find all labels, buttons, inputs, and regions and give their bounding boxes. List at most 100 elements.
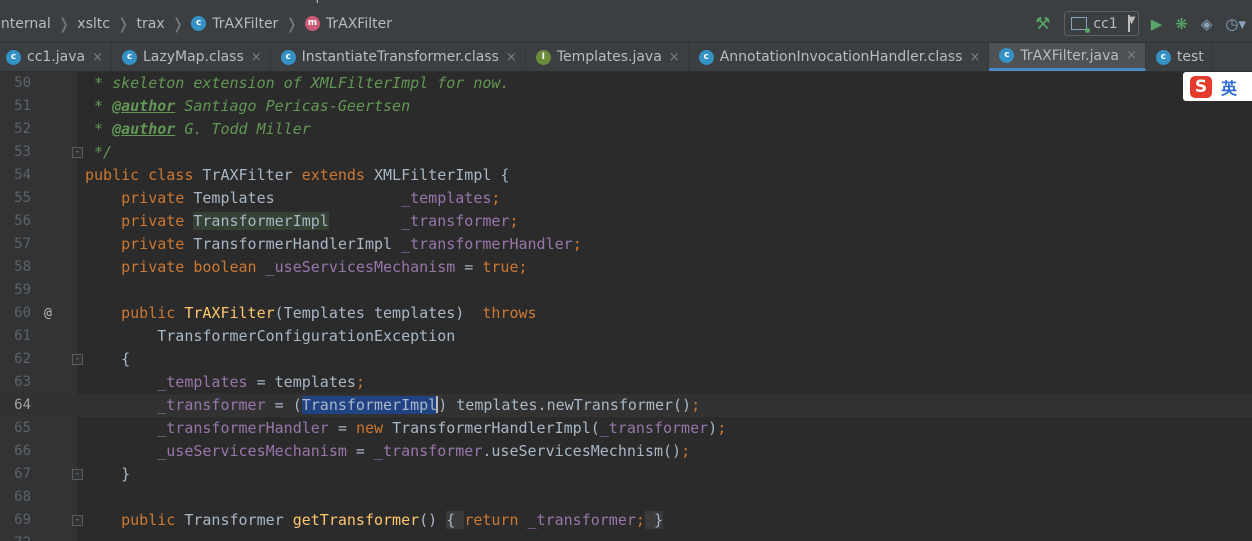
code-token: ) (708, 419, 718, 437)
line-number: 56 (14, 213, 31, 229)
code-token: private boolean (121, 258, 266, 276)
code-line[interactable]: 65 _transformerHandler = new Transformer… (0, 417, 1252, 440)
code-token: * skeleton extension of XMLFilterImpl fo… (85, 74, 510, 92)
override-annotation-icon[interactable]: @ (44, 302, 52, 325)
close-icon[interactable]: × (506, 50, 517, 65)
code-token: _transformer (374, 442, 483, 460)
code-token: = (455, 258, 483, 276)
code-token: = (346, 442, 374, 460)
code-text: */ (85, 141, 112, 164)
code-token: * (85, 120, 113, 138)
tab-label: InstantiateTransformer.class (301, 49, 499, 65)
line-number: 61 (14, 328, 31, 344)
run-configuration-select[interactable]: cc1 ▼ (1064, 11, 1139, 36)
code-token: .useServicesMechnism() (482, 442, 682, 460)
close-icon[interactable]: × (969, 50, 980, 65)
ime-indicator[interactable]: S 英 (1183, 72, 1252, 101)
breadcrumb: internal ❭ xsltc ❭ trax ❭ c TrAXFilter ❭ m TrAXFil… (0, 15, 392, 33)
menu-item[interactable]: Run (104, 0, 129, 4)
breadcrumb-item[interactable]: trax ❭ (137, 15, 192, 33)
tab-label: AnnotationInvocationHandler.class (719, 49, 963, 65)
menu-item[interactable]: Help (294, 0, 324, 4)
code-line[interactable]: 51 * @author Santiago Pericas-Geertsen (0, 95, 1252, 118)
code-token: _transformer (599, 419, 709, 437)
code-line[interactable]: 57 private TransformerHandlerImpl _trans… (0, 233, 1252, 256)
breadcrumb-item[interactable]: xsltc ❭ (77, 15, 136, 33)
code-token: ) templates.newTransformer() (438, 396, 692, 414)
line-number: 62 (14, 351, 31, 367)
breadcrumb-item[interactable]: c TrAXFilter ❭ (191, 15, 305, 33)
line-number: 57 (14, 236, 31, 252)
code-token: _useServicesMechanism (157, 442, 347, 460)
menu-item[interactable]: efactor (0, 0, 43, 4)
code-line[interactable]: 59 (0, 279, 1252, 302)
code-token: extends (301, 166, 374, 184)
editor-tab[interactable]: I Templates.java × (526, 43, 689, 71)
code-token: = ( (265, 396, 302, 414)
code-line[interactable]: 55 private Templates _templates; (0, 187, 1252, 210)
run-icon[interactable]: ▶ (1151, 15, 1163, 33)
coverage-icon[interactable]: ◈ (1201, 15, 1213, 33)
code-text: _transformer = (TransformerImpl) templat… (85, 394, 700, 417)
code-line[interactable]: 67 - } (0, 463, 1252, 486)
code-token: new (355, 419, 393, 437)
line-number: 65 (14, 420, 31, 436)
close-icon[interactable]: × (669, 50, 680, 65)
code-token: TrAXFilter (202, 166, 302, 184)
code-line[interactable]: 64 _transformer = (TransformerImpl) temp… (0, 394, 1252, 417)
code-line[interactable]: 56 private TransformerImpl _transformer; (0, 210, 1252, 233)
code-line[interactable]: 72 (0, 532, 1252, 541)
profile-icon[interactable]: ◷▾ (1225, 15, 1246, 33)
code-text: public class TrAXFilter extends XMLFilte… (85, 164, 509, 187)
code-line[interactable]: 69 - public Transformer getTransformer() … (0, 509, 1252, 532)
code-token: */ (85, 143, 113, 161)
editor-tab[interactable]: c InstantiateTransformer.class × (271, 43, 526, 71)
code-text: _templates = templates; (85, 371, 365, 394)
fold-marker-icon[interactable]: - (72, 354, 83, 365)
fold-marker-icon[interactable]: - (72, 147, 83, 158)
code-line[interactable]: 52 * @author G. Todd Miller (0, 118, 1252, 141)
fold-marker-icon[interactable]: - (72, 515, 83, 526)
code-editor[interactable]: 50 * skeleton extension of XMLFilterImpl… (0, 72, 1252, 541)
editor-tab[interactable]: c AnnotationInvocationHandler.class × (689, 43, 990, 71)
code-token: = templates (247, 373, 356, 391)
line-number: 63 (14, 374, 31, 390)
code-line[interactable]: 62 - { (0, 348, 1252, 371)
breadcrumb-label: internal (0, 15, 51, 32)
line-number: 68 (14, 489, 31, 505)
code-token: ; (681, 442, 691, 460)
menu-item[interactable]: VCS (189, 0, 215, 4)
code-token: } (644, 511, 663, 529)
code-line[interactable]: 68 (0, 486, 1252, 509)
menu-item[interactable]: Build (57, 0, 90, 4)
editor-tab[interactable]: c LazyMap.class × (112, 43, 271, 71)
close-icon[interactable]: × (92, 50, 103, 65)
close-icon[interactable]: × (251, 50, 262, 65)
menu-item[interactable]: Window (229, 0, 280, 4)
menu-item[interactable]: Tools (143, 0, 175, 4)
fold-marker-icon[interactable]: - (72, 469, 83, 480)
code-text: private TransformerHandlerImpl _transfor… (85, 233, 582, 256)
breadcrumb-item[interactable]: m TrAXFilter (304, 16, 392, 32)
code-line[interactable]: 54 public class TrAXFilter extends XMLFil… (0, 164, 1252, 187)
code-token: private (121, 235, 194, 253)
editor-tab[interactable]: c cc1.java × (0, 43, 112, 71)
class-icon: c (280, 49, 296, 65)
editor-tab[interactable]: c test (1146, 43, 1213, 71)
editor-tab[interactable]: c TrAXFilter.java × (989, 43, 1146, 71)
code-line[interactable]: 50 * skeleton extension of XMLFilterImpl… (0, 72, 1252, 95)
code-line[interactable]: 60 @ public TrAXFilter(Templates template… (0, 302, 1252, 325)
code-line[interactable]: 66 _useServicesMechanism = _transformer.… (0, 440, 1252, 463)
code-line[interactable]: 63 _templates = templates; (0, 371, 1252, 394)
build-hammer-icon[interactable]: ⚒ (1035, 14, 1050, 34)
code-line[interactable]: 61 TransformerConfigurationException (0, 325, 1252, 348)
code-token: Templates (193, 189, 402, 207)
code-line[interactable]: 58 private boolean _useServicesMechanism… (0, 256, 1252, 279)
debug-icon[interactable]: ❋ (1175, 15, 1188, 33)
code-line[interactable]: 53 - */ (0, 141, 1252, 164)
breadcrumb-item[interactable]: internal ❭ (0, 15, 77, 33)
close-icon[interactable]: × (1126, 48, 1137, 63)
